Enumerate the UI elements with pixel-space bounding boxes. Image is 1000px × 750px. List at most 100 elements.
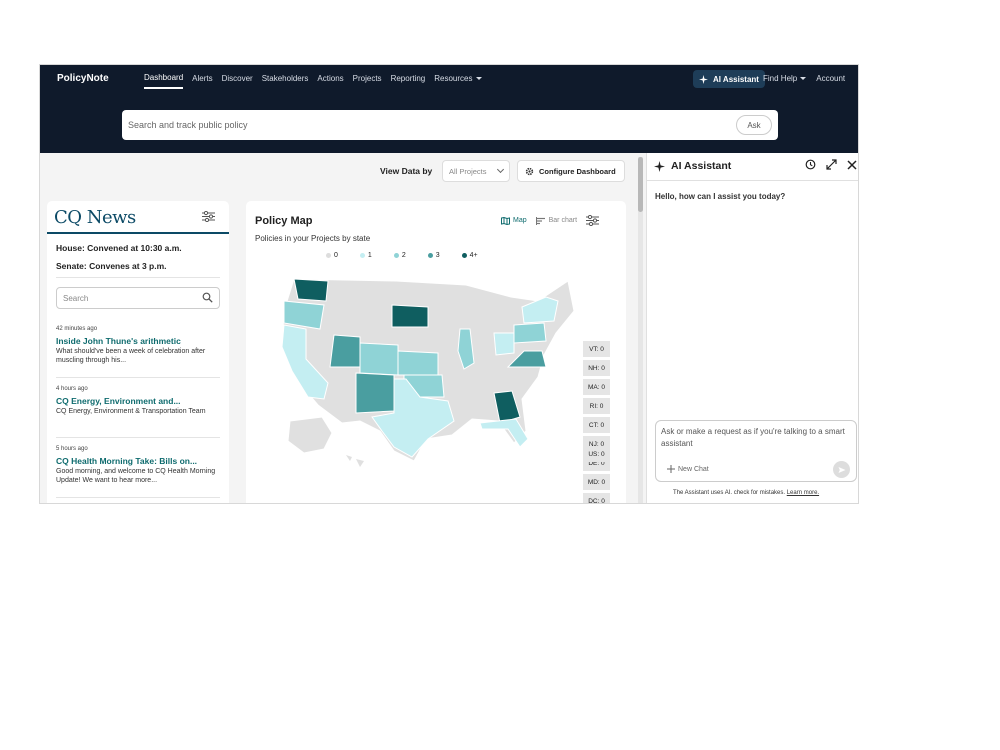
news-article[interactable]: 4 hours ago CQ Energy, Environment and..… — [56, 386, 220, 416]
nav-discover[interactable]: Discover — [222, 73, 253, 89]
state-kansas[interactable] — [397, 350, 439, 376]
divider — [56, 277, 220, 278]
small-state-nh[interactable]: NH: 0 — [583, 360, 610, 376]
search-icon[interactable] — [202, 292, 213, 303]
nav-actions[interactable]: Actions — [317, 73, 343, 89]
state-washington[interactable] — [293, 278, 329, 302]
find-help-label: Find Help — [763, 74, 798, 83]
nav-projects[interactable]: Projects — [353, 73, 382, 89]
nav-stakeholders[interactable]: Stakeholders — [262, 73, 309, 89]
main-nav: Dashboard Alerts Discover Stakeholders A… — [144, 73, 482, 89]
bar-chart-icon — [535, 216, 545, 225]
map-view-button[interactable]: Map — [501, 216, 527, 225]
sparkle-icon — [699, 74, 708, 84]
us-state-map — [281, 278, 575, 467]
legend-swatch — [427, 253, 433, 258]
new-chat-button[interactable]: New Chat — [667, 465, 709, 473]
utility-links: Find Help Account — [763, 74, 845, 83]
legend-item: 0 — [326, 252, 338, 259]
policy-search-bar: Ask — [122, 110, 778, 140]
state-colorado[interactable] — [359, 342, 399, 376]
gear-icon — [525, 167, 534, 175]
divider — [56, 377, 220, 378]
main-scrollbar[interactable] — [638, 157, 643, 503]
cq-news-logo: CQ News — [54, 207, 136, 228]
projects-select-value: All Projects — [449, 166, 487, 176]
divider — [56, 497, 220, 498]
ai-assistant-button[interactable]: AI Assistant — [693, 70, 765, 88]
bar-chart-view-label: Bar chart — [548, 217, 578, 224]
news-search-input[interactable] — [63, 292, 183, 305]
legend-swatch — [326, 253, 331, 258]
sliders-icon[interactable] — [202, 211, 215, 222]
ai-panel-actions — [805, 159, 857, 170]
bar-chart-view-button[interactable]: Bar chart — [535, 216, 578, 225]
legend-label: 0 — [334, 252, 338, 259]
nav-reporting[interactable]: Reporting — [391, 73, 426, 89]
small-state-ct[interactable]: CT: 0 — [583, 417, 610, 433]
caret-down-icon — [800, 77, 807, 80]
ai-chat-input[interactable] — [661, 426, 851, 454]
policy-search-input[interactable] — [128, 116, 718, 134]
scrollbar-thumb[interactable] — [638, 157, 643, 212]
legend-item: 3 — [427, 252, 440, 259]
state-pennsylvania[interactable] — [513, 322, 547, 344]
small-state-ma[interactable]: MA: 0 — [583, 379, 610, 395]
article-title[interactable]: Inside John Thune's arithmetic — [56, 336, 220, 346]
app-window: PolicyNote Dashboard Alerts Discover Sta… — [39, 64, 859, 504]
close-icon[interactable] — [847, 159, 857, 170]
ai-panel-title-text: AI Assistant — [671, 160, 732, 172]
legend-swatch — [393, 253, 399, 258]
article-title[interactable]: CQ Energy, Environment and... — [56, 396, 220, 406]
state-hawaii[interactable] — [346, 455, 364, 467]
map-view-toggle: Map Bar chart — [501, 215, 600, 226]
small-state-dc[interactable]: DC: 0 — [583, 493, 610, 503]
configure-dashboard-button[interactable]: Configure Dashboard — [517, 160, 625, 182]
legend-label: 2 — [401, 252, 406, 259]
small-state-md[interactable]: MD: 0 — [583, 474, 610, 490]
article-time: 42 minutes ago — [56, 326, 98, 332]
state-south-dakota[interactable] — [391, 304, 429, 328]
state-ohio[interactable] — [493, 332, 515, 356]
state-alaska[interactable] — [287, 416, 333, 454]
account-link[interactable]: Account — [816, 74, 845, 83]
caret-down-icon — [475, 77, 482, 80]
ask-button[interactable]: Ask — [736, 115, 772, 135]
learn-more-link[interactable]: Learn more. — [787, 490, 819, 496]
legend-swatch — [359, 253, 365, 258]
ai-panel-title: AI Assistant — [654, 160, 731, 172]
expand-icon[interactable] — [826, 159, 837, 170]
ai-assistant-label: AI Assistant — [713, 74, 759, 84]
senate-status: Senate: Convenes at 3 p.m. — [56, 261, 167, 271]
history-icon[interactable] — [805, 159, 816, 170]
small-state-ri[interactable]: RI: 0 — [583, 398, 610, 414]
chevron-down-icon — [496, 165, 505, 174]
ai-panel-header: AI Assistant — [647, 153, 858, 181]
brand-logo[interactable]: PolicyNote — [57, 73, 109, 84]
state-utah[interactable] — [329, 334, 361, 368]
cq-news-panel: CQ News House: Convened at 10:30 a.m. Se… — [47, 201, 229, 503]
legend-item: 1 — [359, 252, 372, 259]
small-state-vt[interactable]: VT: 0 — [583, 341, 610, 357]
nav-resources-label: Resources — [434, 74, 473, 83]
article-desc: CQ Energy, Environment & Transportation … — [56, 408, 206, 415]
projects-select[interactable]: All Projects — [442, 160, 510, 182]
send-button[interactable] — [833, 461, 850, 478]
sliders-icon[interactable] — [586, 215, 600, 226]
news-article[interactable]: 42 minutes ago Inside John Thune's arith… — [56, 326, 220, 365]
news-article[interactable]: 5 hours ago CQ Health Morning Take: Bill… — [56, 446, 220, 485]
nav-dashboard[interactable]: Dashboard — [144, 73, 184, 89]
legend-label: 1 — [367, 252, 372, 259]
policy-map-subtitle: Policies in your Projects by state — [255, 234, 371, 243]
legend-item: 4+ — [461, 252, 478, 259]
divider — [56, 437, 220, 438]
state-new-mexico[interactable] — [355, 372, 395, 414]
nav-resources[interactable]: Resources — [434, 73, 482, 89]
article-title[interactable]: CQ Health Morning Take: Bills on... — [56, 456, 220, 466]
new-chat-label: New Chat — [678, 465, 709, 473]
ai-assistant-panel: AI Assistant Hello, how can I assist you… — [646, 153, 858, 503]
nav-alerts[interactable]: Alerts — [192, 73, 212, 89]
find-help-menu[interactable]: Find Help — [763, 74, 807, 83]
small-state-us[interactable]: US: 0 — [583, 446, 610, 462]
legend-label: 4+ — [469, 252, 478, 259]
